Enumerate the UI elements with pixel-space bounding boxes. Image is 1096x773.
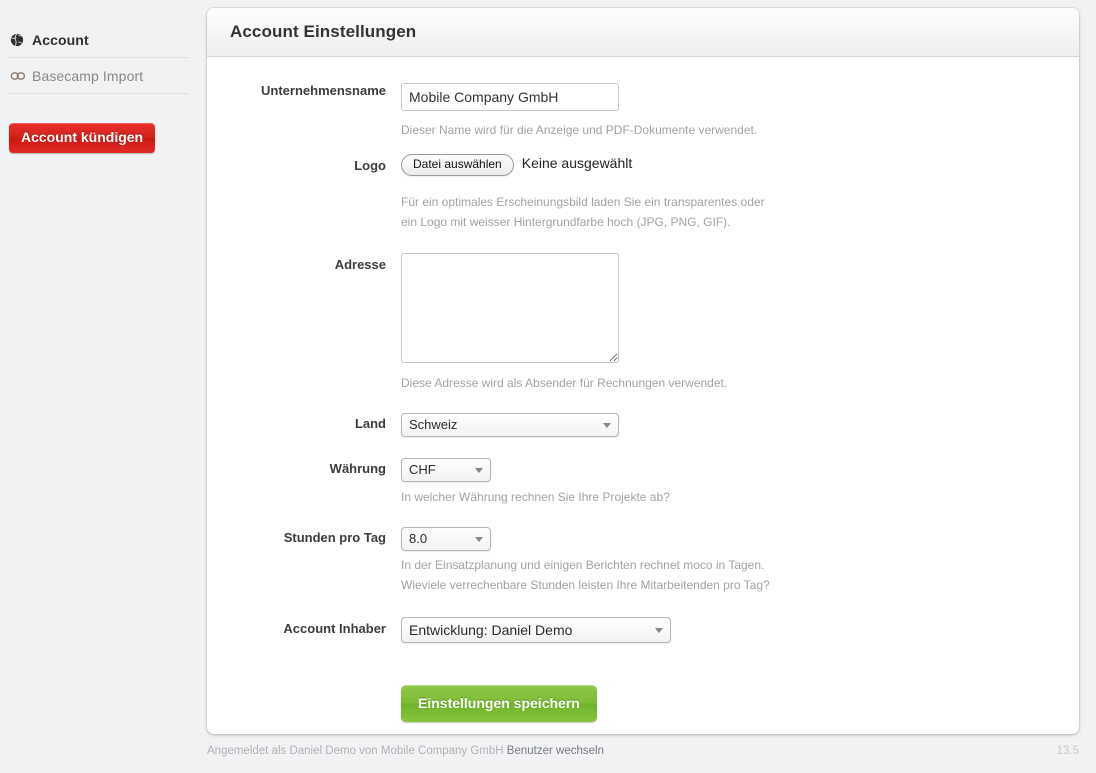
hours-per-day-label: Stunden pro Tag [283,530,386,545]
currency-hint: In welcher Währung rechnen Sie Ihre Proj… [401,490,670,504]
company-name-field-wrap: Dieser Name wird für die Anzeige und PDF… [401,83,1079,140]
app-version: 13.5 [1056,745,1079,757]
sidebar-item-basecamp-import[interactable]: Basecamp Import [8,58,188,94]
logo-field-wrap: Datei auswählen Keine ausgewählt Für ein… [401,154,1079,232]
sidebar-item-label: Account [32,31,89,48]
switch-user-link[interactable]: Benutzer wechseln [507,745,604,757]
panel-header: Account Einstellungen [207,8,1079,57]
field-row-country: Land Schweiz [207,413,1079,437]
hours-per-day-hint-line2: Wieviele verrechenbare Stunden leisten I… [401,578,770,592]
sidebar: Account Basecamp Import Account kündigen [0,0,196,773]
country-field-wrap: Schweiz [401,413,1079,437]
currency-select[interactable]: CHF [401,458,491,482]
country-select[interactable]: Schweiz [401,413,619,437]
address-textarea[interactable] [401,253,619,363]
submit-field-wrap: Einstellungen speichern [401,685,1079,722]
account-owner-select-wrap: Entwicklung: Daniel Demo [401,617,671,643]
footer-left-group: Angemeldet als Daniel Demo von Mobile Co… [207,745,604,757]
choose-file-button[interactable]: Datei auswählen [401,154,514,176]
field-row-hours-per-day: Stunden pro Tag 8.0 In der Einsatzplanun… [207,527,1079,595]
field-row-currency: Währung CHF In welcher Währung rechnen S… [207,458,1079,507]
currency-select-wrap: CHF [401,458,491,482]
address-hint: Diese Adresse wird als Absender für Rech… [401,376,728,390]
logo-file-row: Datei auswählen Keine ausgewählt [401,154,1079,176]
logo-label: Logo [354,158,386,173]
logo-hint-line1: Für ein optimales Erscheinungsbild laden… [401,195,765,209]
logo-hint-line2: ein Logo mit weisser Hintergrundfarbe ho… [401,215,731,229]
account-settings-panel: Account Einstellungen Unternehmensname D… [207,8,1079,734]
field-row-company-name: Unternehmensname Dieser Name wird für di… [207,83,1079,140]
hours-per-day-hint-line1: In der Einsatzplanung und einigen Berich… [401,558,765,572]
currency-label: Währung [329,461,386,476]
account-owner-field-wrap: Entwicklung: Daniel Demo [401,617,1079,643]
app-root: Account Basecamp Import Account kündigen… [0,0,1096,773]
field-row-logo: Logo Datei auswählen Keine ausgewählt Fü… [207,154,1079,232]
sidebar-item-label: Basecamp Import [32,67,144,84]
address-label: Adresse [334,257,386,272]
sidebar-item-account[interactable]: Account [8,22,188,58]
hours-per-day-field-wrap: 8.0 In der Einsatzplanung und einigen Be… [401,527,1079,595]
field-row-account-owner: Account Inhaber Entwicklung: Daniel Demo [207,617,1079,643]
sidebar-nav: Account Basecamp Import [8,22,188,94]
account-owner-select[interactable]: Entwicklung: Daniel Demo [401,617,671,643]
field-row-address: Adresse Diese Adresse wird als Absender … [207,253,1079,393]
company-name-hint: Dieser Name wird für die Anzeige und PDF… [401,123,758,137]
account-owner-label: Account Inhaber [283,621,386,636]
footer: Angemeldet als Daniel Demo von Mobile Co… [207,745,1079,757]
file-status-label: Keine ausgewählt [521,155,633,171]
cancel-account-button[interactable]: Account kündigen [9,123,156,154]
field-row-submit: Einstellungen speichern [207,685,1079,722]
logged-in-status: Angemeldet als Daniel Demo von Mobile Co… [207,745,504,757]
country-select-wrap: Schweiz [401,413,619,437]
globe-icon [10,33,32,47]
hours-per-day-select[interactable]: 8.0 [401,527,491,551]
country-label: Land [354,416,386,431]
currency-field-wrap: CHF In welcher Währung rechnen Sie Ihre … [401,458,1079,507]
page-title: Account Einstellungen [230,22,417,41]
hours-per-day-select-wrap: 8.0 [401,527,491,551]
panel-body: Unternehmensname Dieser Name wird für di… [207,83,1079,722]
link-chain-icon [10,70,32,82]
address-field-wrap: Diese Adresse wird als Absender für Rech… [401,253,1079,393]
company-name-label: Unternehmensname [261,83,386,98]
save-settings-button[interactable]: Einstellungen speichern [401,685,597,722]
company-name-input[interactable] [401,83,619,111]
